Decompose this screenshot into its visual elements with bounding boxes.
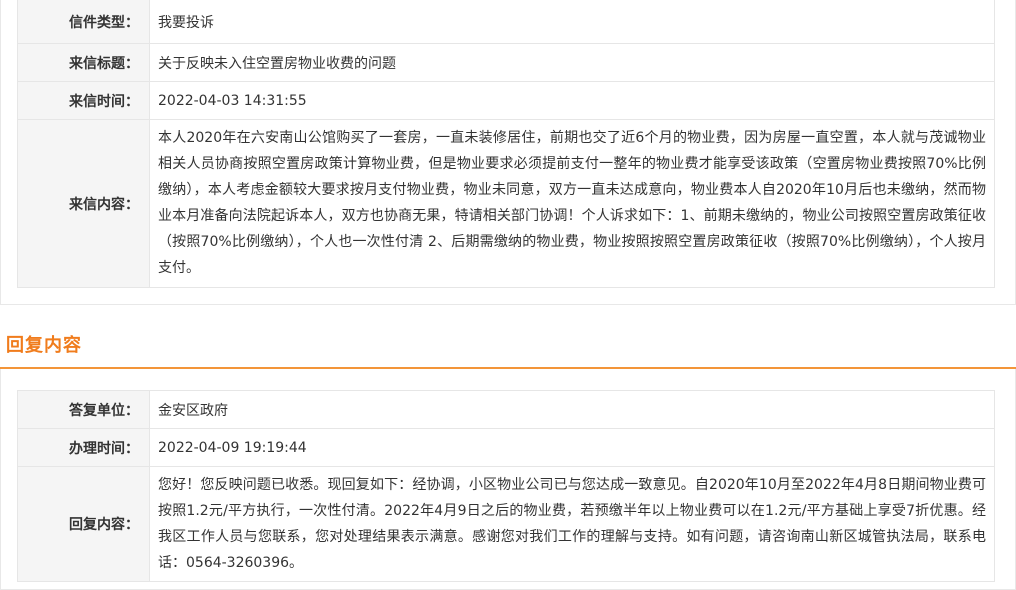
- letter-content-label: 来信内容：: [18, 120, 150, 287]
- letter-type-value: 我要投诉: [158, 14, 214, 31]
- reply-content-row: 回复内容： 您好！您反映问题已收悉。现回复如下：经协调，小区物业公司已与您达成一…: [18, 467, 994, 582]
- reply-section-title: 回复内容: [6, 335, 82, 356]
- letter-title-label: 来信标题：: [18, 44, 150, 81]
- letter-panel: 信件类型： 我要投诉 来信标题： 关于反映未入住空置房物业收费的问题 来信时间：…: [0, 0, 1016, 305]
- letter-content-row: 来信内容： 本人2020年在六安南山公馆购买了一套房，一直未装修居住，前期也交了…: [18, 120, 994, 288]
- letter-title-value: 关于反映未入住空置房物业收费的问题: [158, 55, 396, 72]
- letter-type-row: 信件类型： 我要投诉: [18, 0, 994, 44]
- letter-time-value: 2022-04-03 14:31:55: [158, 92, 307, 109]
- reply-time-row: 办理时间： 2022-04-09 19:19:44: [18, 429, 994, 467]
- reply-panel: 答复单位： 金安区政府 办理时间： 2022-04-09 19:19:44 回复…: [0, 369, 1016, 590]
- reply-time-value: 2022-04-09 19:19:44: [158, 439, 307, 456]
- reply-unit-label: 答复单位：: [18, 391, 150, 428]
- reply-unit-value: 金安区政府: [158, 402, 228, 419]
- letter-time-label: 来信时间：: [18, 82, 150, 119]
- reply-content-value: 您好！您反映问题已收悉。现回复如下：经协调，小区物业公司已与您达成一致意见。自2…: [158, 477, 986, 571]
- reply-time-label: 办理时间：: [18, 429, 150, 466]
- letter-content-value: 本人2020年在六安南山公馆购买了一套房，一直未装修居住，前期也交了近6个月的物…: [158, 130, 986, 276]
- reply-table: 答复单位： 金安区政府 办理时间： 2022-04-09 19:19:44 回复…: [17, 390, 995, 582]
- reply-unit-row: 答复单位： 金安区政府: [18, 391, 994, 429]
- letter-table: 信件类型： 我要投诉 来信标题： 关于反映未入住空置房物业收费的问题 来信时间：…: [17, 0, 995, 288]
- letter-title-row: 来信标题： 关于反映未入住空置房物业收费的问题: [18, 44, 994, 82]
- letter-time-row: 来信时间： 2022-04-03 14:31:55: [18, 82, 994, 120]
- letter-type-label: 信件类型：: [18, 0, 150, 43]
- reply-content-label: 回复内容：: [18, 467, 150, 581]
